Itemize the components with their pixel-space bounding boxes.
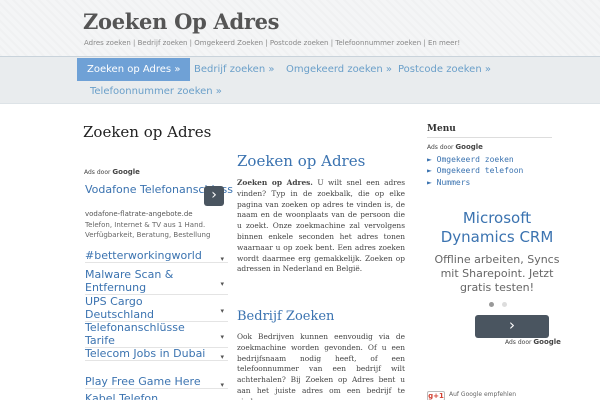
ad-link-item[interactable]: Malware Scan & Entfernung ▾ (85, 268, 228, 295)
chevron-down-icon: ▾ (220, 307, 224, 315)
site-title[interactable]: Zoeken Op Adres (83, 9, 280, 34)
menu-link-omgekeerd-telefoon[interactable]: ► Omgekeerd telefoon (427, 166, 523, 175)
ad-link-item[interactable]: #betterworkingworld ▾ (85, 249, 228, 263)
nav-item-zoeken-op-adres[interactable]: Zoeken op Adres » (77, 58, 191, 81)
chevron-down-icon: ▾ (220, 352, 224, 361)
site-description: Adres zoeken | Bedrijf zoeken | Omgekeer… (84, 39, 461, 47)
intro-text: U wilt snel een adres vinden? Typ in de … (237, 178, 405, 274)
chevron-down-icon: ▾ (220, 280, 224, 288)
carousel-dot[interactable] (502, 302, 507, 307)
menu-link-nummers[interactable]: ► Nummers (427, 178, 470, 187)
ad-link-item[interactable]: Telecom Jobs in Dubai ▾ (85, 347, 228, 361)
bedrijf-paragraph: Ook Bedrijven kunnen eenvoudig via de zo… (237, 332, 405, 400)
intro-paragraph: Zoeken op Adres. U wilt snel een adres v… (237, 178, 405, 275)
ad-link-label: Play Free Game Here (85, 375, 201, 388)
page-title: Zoeken op Adres (83, 123, 212, 141)
ad-link-item[interactable]: Telefonanschlüsse Tarife ▾ (85, 321, 228, 348)
ads-by-google-label[interactable]: Ads door Google (84, 168, 140, 176)
google-plus-button[interactable]: g+1 (427, 391, 445, 400)
ads-label-brand: Google (533, 338, 561, 346)
carousel-dot-active[interactable] (489, 302, 494, 307)
chevron-down-icon: ▾ (220, 396, 224, 400)
ad-description: Telefon, Internet & TV aus 1 Hand. Verfü… (85, 221, 211, 239)
ad-arrow-button[interactable]: › (204, 186, 224, 206)
ad-link-label: Kabel Telefon (85, 392, 159, 400)
ads-label-prefix: Ads door (84, 169, 111, 176)
sidebar-menu-title: Menu (427, 124, 456, 134)
ad-url[interactable]: vodafone-flatrate-angebote.de (85, 210, 193, 218)
intro-bold: Zoeken op Adres. (237, 178, 313, 187)
nav-item-omgekeerd-zoeken[interactable]: Omgekeerd zoeken » (276, 58, 402, 81)
main-nav: Zoeken op Adres » Bedrijf zoeken » Omgek… (0, 56, 600, 104)
nav-item-telefoonnummer-zoeken[interactable]: Telefoonnummer zoeken » (80, 80, 232, 103)
sidebar-ad-text: Offline arbeiten, Syncs mit Sharepoint. … (434, 253, 560, 294)
ad-link-item[interactable]: Play Free Game Here ▾ (85, 375, 228, 389)
chevron-down-icon: ▾ (220, 333, 224, 341)
nav-item-bedrijf-zoeken[interactable]: Bedrijf zoeken » (184, 58, 284, 81)
site-header: Zoeken Op Adres Adres zoeken | Bedrijf z… (0, 0, 600, 56)
ad-link-item[interactable]: UPS Cargo Deutschland ▾ (85, 295, 228, 322)
chevron-down-icon: ▾ (220, 380, 224, 389)
sidebar-ads-by-google-label[interactable]: Ads door Google (427, 143, 483, 151)
ads-label-prefix: Ads door (505, 339, 532, 346)
ads-label-brand: Google (455, 143, 483, 151)
ad-link-label: Malware Scan & Entfernung (85, 268, 174, 294)
sidebar-ad-arrow-button[interactable]: › (475, 315, 549, 338)
nav-item-postcode-zoeken[interactable]: Postcode zoeken » (388, 58, 501, 81)
ad-link-label: Telecom Jobs in Dubai (85, 347, 206, 360)
menu-link-omgekeerd-zoeken[interactable]: ► Omgekeerd zoeken (427, 155, 514, 164)
ad-link-item[interactable]: Kabel Telefon ▾ (85, 392, 228, 400)
menu-divider (427, 137, 552, 138)
ad-link-label: #betterworkingworld (85, 249, 202, 262)
content-heading: Zoeken op Adres (237, 152, 366, 170)
sidebar-ad-title[interactable]: Microsoft Dynamics CRM (427, 209, 567, 247)
ad-link-label: Telefonanschlüsse Tarife (85, 321, 185, 347)
chevron-down-icon: ▾ (220, 254, 224, 263)
ads-label-prefix: Ads door (427, 144, 454, 151)
content-subheading: Bedrijf Zoeken (237, 309, 335, 324)
ad-link-label: UPS Cargo Deutschland (85, 295, 155, 321)
google-plus-text: Auf Google empfehlen (449, 391, 517, 398)
ads-label-brand: Google (112, 168, 140, 176)
sidebar-bottom-ads-label[interactable]: Ads door Google (505, 338, 561, 346)
